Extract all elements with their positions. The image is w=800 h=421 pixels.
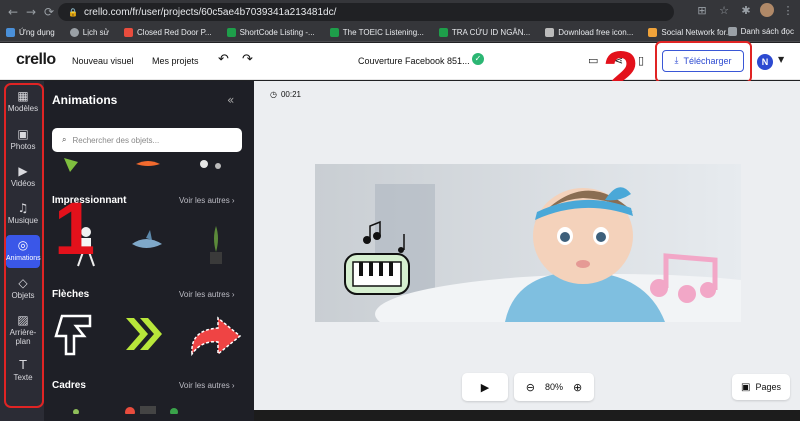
lock-icon: 🔒 [68,7,78,17]
address-bar[interactable]: 🔒 crello.com/fr/user/projects/60c5ae4b70… [58,3,674,21]
section-title-arrows: Flèches [52,289,90,300]
comment-icon[interactable]: ▭ [588,54,598,67]
frame-sticker[interactable] [170,408,178,414]
leaf-sticker[interactable] [64,158,78,172]
user-avatar[interactable]: N [757,54,773,70]
reload-icon[interactable]: ⟳ [40,5,58,19]
bookmark-item[interactable]: Closed Red Door P... [118,28,212,37]
url-text: crello.com/fr/user/projects/60c5ae4b7039… [83,6,337,18]
design-canvas[interactable] [315,164,741,322]
play-button[interactable]: ▶ [462,373,508,401]
reading-list-icon [727,27,737,36]
menu-icon[interactable]: ⋮ [780,4,796,17]
sticker-row-top [64,158,221,172]
sparkle-sticker[interactable] [215,163,221,169]
back-icon[interactable]: ← [4,5,22,19]
bookmark-item[interactable]: TRA CỨU ID NGÂN... [433,28,530,37]
see-all-impressive[interactable]: Voir les autres › [179,196,235,205]
zoom-level[interactable]: 80% [545,382,563,392]
feather-sticker[interactable] [136,161,160,166]
bookmark-item[interactable]: The TOEIC Listening... [324,28,424,37]
pages-icon: ▣ [741,381,751,393]
new-visual-link[interactable]: Nouveau visuel [72,56,134,66]
collapse-panel-icon[interactable]: « [227,93,234,107]
outline-arrow-sticker[interactable] [54,314,92,356]
document-title[interactable]: Couverture Facebook 851... [358,56,470,66]
plant-sticker[interactable] [210,226,222,264]
duration-display[interactable]: ◷ 00:21 [270,90,301,99]
clock-icon: ◷ [270,90,277,99]
bookmark-history[interactable]: Lịch sử [64,28,109,37]
frames-animations-row [73,406,178,414]
annotation-highlight-sidebar [4,83,44,408]
bookmark-item[interactable]: Download free icon... [539,28,633,37]
extensions-icon[interactable]: ✱ [738,4,754,17]
star-icon[interactable]: ☆ [716,4,732,17]
panel-title: Animations [52,93,118,107]
bookmark-apps[interactable]: Ứng dụng [0,28,55,37]
bookmark-favicon-icon [226,28,236,37]
chevron-down-icon[interactable]: ▼ [778,55,784,64]
undo-icon[interactable]: ↶ [218,52,229,67]
bookmark-favicon-icon [329,28,339,37]
reading-list[interactable]: Danh sách đọc [727,27,794,36]
shark-sticker[interactable] [132,230,162,248]
os-taskbar [254,410,800,421]
profile-avatar[interactable] [760,3,774,17]
piano-keyboard-sticker[interactable] [344,253,410,295]
zoom-in-icon[interactable]: ⊕ [573,381,582,394]
pages-label: Pages [755,382,781,392]
bookmark-item[interactable]: ShortCode Listing -... [221,28,315,37]
bookmark-item[interactable]: Social Network for... [642,28,733,37]
search-input[interactable]: ⌕ Rechercher des objets... [52,128,242,152]
section-title-frames: Cadres [52,380,86,391]
annotation-number-1: 1 [54,187,96,270]
frame-sticker[interactable] [73,409,79,414]
bookmark-favicon-icon [545,28,555,37]
pages-button[interactable]: ▣ Pages [732,374,790,400]
redo-icon[interactable]: ↷ [242,52,253,67]
double-chevron-sticker[interactable] [126,318,162,350]
baby-photo [315,164,741,322]
forward-icon[interactable]: → [22,5,40,19]
history-icon [69,28,79,37]
arrows-animations-row [54,314,242,357]
curved-arrow-sticker[interactable] [191,316,242,357]
bookmark-favicon-icon [648,28,658,37]
translate-icon[interactable]: ⊞ [694,4,710,17]
bookmark-favicon-icon [124,28,134,37]
bookmarks-bar: Ứng dụng Lịch sử Closed Red Door P... Sh… [0,24,800,42]
frame-sticker[interactable] [125,407,135,414]
play-icon: ▶ [480,380,490,394]
my-projects-link[interactable]: Mes projets [152,56,199,66]
see-all-arrows[interactable]: Voir les autres › [179,290,235,299]
zoom-control: ⊖ 80% ⊕ [514,373,594,401]
crello-logo[interactable]: crello [16,51,56,69]
frame-sticker[interactable] [140,406,156,414]
annotation-highlight-download [655,41,752,83]
browser-toolbar: ← → ⟳ 🔒 crello.com/fr/user/projects/60c5… [0,0,800,24]
search-icon: ⌕ [62,135,67,144]
resize-icon[interactable]: ▯ [638,54,644,67]
see-all-frames[interactable]: Voir les autres › [179,381,235,390]
zoom-out-icon[interactable]: ⊖ [526,381,535,394]
cloud-saved-icon: ✓ [472,53,484,65]
sparkle-sticker[interactable] [200,160,208,168]
bookmark-favicon-icon [438,28,448,37]
apps-icon [6,28,15,37]
